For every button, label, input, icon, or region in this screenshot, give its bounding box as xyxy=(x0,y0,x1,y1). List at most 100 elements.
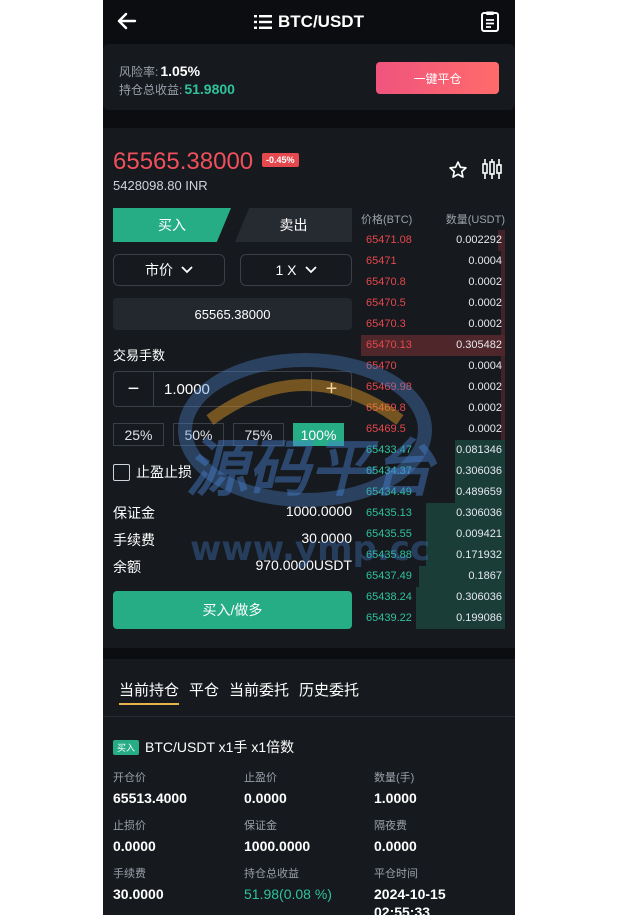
bid-row[interactable]: 65433.47 0.081346 xyxy=(361,440,505,461)
position-pnl-value: 51.98(0.08 %) xyxy=(244,886,332,902)
bid-row[interactable]: 65435.88 0.171932 xyxy=(361,545,505,566)
total-pnl: 持仓总收益: 51.9800 xyxy=(119,81,235,98)
bid-row[interactable]: 65439.22 0.199086 xyxy=(361,608,505,629)
percent-75-button[interactable]: 75% xyxy=(233,423,284,446)
bid-row[interactable]: 65435.55 0.009421 xyxy=(361,524,505,545)
bid-price: 65435.88 xyxy=(366,549,412,561)
bid-quantity: 0.306036 xyxy=(456,507,502,519)
percent-25-button[interactable]: 25% xyxy=(113,423,164,446)
ask-quantity: 0.0004 xyxy=(468,255,502,267)
position-pnl-cell: 持仓总收益 51.98(0.08 %) xyxy=(244,865,332,902)
margin-row: 保证金 1000.0000 xyxy=(113,503,352,523)
take-profit-cell: 止盈价 0.0000 xyxy=(244,769,287,806)
tab-current-positions[interactable]: 当前持仓 xyxy=(119,679,180,705)
open-price-value: 65513.4000 xyxy=(113,790,187,806)
ask-row[interactable]: 65470.3 0.0002 xyxy=(361,314,505,335)
quantity-cell-label: 数量(手) xyxy=(374,772,415,784)
close-all-button[interactable]: 一键平仓 xyxy=(376,62,499,94)
bid-quantity: 0.1867 xyxy=(468,570,502,582)
position-fee-label: 手续费 xyxy=(113,868,146,880)
position-title: 买入 BTC/USDT x1手 x1倍数 xyxy=(113,737,294,757)
risk-summary-card: 风险率: 1.05% 持仓总收益: 51.9800 一键平仓 xyxy=(103,44,515,110)
close-date-value: 2024-10-15 xyxy=(374,886,446,902)
ask-price: 65470.8 xyxy=(366,276,406,288)
decrease-button[interactable]: − xyxy=(114,372,154,406)
quantity-cell: 数量(手) 1.0000 xyxy=(374,769,417,806)
orderbook-qty-header: 数量(USDT) xyxy=(445,214,505,226)
fee-value: 30.0000 xyxy=(301,530,352,546)
balance-label: 余额 xyxy=(113,559,141,575)
pair-title[interactable]: BTC/USDT xyxy=(254,12,364,32)
tab-order-history[interactable]: 历史委托 xyxy=(299,679,359,705)
order-type-select[interactable]: 市价 xyxy=(113,254,225,286)
bid-quantity: 0.199086 xyxy=(456,612,502,624)
bid-quantity: 0.009421 xyxy=(456,528,502,540)
pair-title-text: BTC/USDT xyxy=(278,12,364,31)
price-input[interactable]: 65565.38000 xyxy=(113,298,352,330)
position-margin-cell: 保证金 1000.0000 xyxy=(244,817,310,854)
overnight-fee-value: 0.0000 xyxy=(374,838,417,854)
order-record-icon[interactable] xyxy=(479,11,501,33)
tab-closed[interactable]: 平仓 xyxy=(189,679,219,705)
ask-row[interactable]: 65469.98 0.0002 xyxy=(361,377,505,398)
ask-row[interactable]: 65470 0.0004 xyxy=(361,356,505,377)
quantity-input[interactable]: 1.0000 xyxy=(164,381,210,398)
bid-quantity: 0.081346 xyxy=(456,444,502,456)
margin-label: 保证金 xyxy=(113,505,155,521)
bid-row[interactable]: 65435.13 0.306036 xyxy=(361,503,505,524)
ask-row[interactable]: 65471.08 0.002292 xyxy=(361,230,505,251)
bid-price: 65435.55 xyxy=(366,528,412,540)
balance-row: 余额 970.0000USDT xyxy=(113,557,352,577)
bid-quantity: 0.171932 xyxy=(456,549,502,561)
sell-tab[interactable]: 卖出 xyxy=(235,208,352,242)
bid-price: 65433.47 xyxy=(366,444,412,456)
ask-price: 65471 xyxy=(366,255,397,267)
favorite-star-icon[interactable] xyxy=(448,160,468,180)
position-margin-value: 1000.0000 xyxy=(244,838,311,854)
bid-price: 65438.24 xyxy=(366,591,412,603)
take-profit-label: 止盈价 xyxy=(244,772,277,784)
back-arrow-icon[interactable] xyxy=(115,9,139,33)
quantity-cell-value: 1.0000 xyxy=(374,790,417,806)
orderbook-price-header: 价格(BTC) xyxy=(361,214,413,226)
buy-long-button[interactable]: 买入/做多 xyxy=(113,591,352,629)
ask-row[interactable]: 65469.8 0.0002 xyxy=(361,398,505,419)
position-fee-value: 30.0000 xyxy=(113,886,164,902)
ask-price: 65469.98 xyxy=(366,381,412,393)
fee-row: 手续费 30.0000 xyxy=(113,530,352,550)
leverage-select[interactable]: 1 X xyxy=(240,254,352,286)
ask-row[interactable]: 65471 0.0004 xyxy=(361,251,505,272)
candlestick-chart-icon[interactable] xyxy=(481,158,503,180)
increase-button[interactable]: + xyxy=(311,372,351,406)
percent-100-button[interactable]: 100% xyxy=(293,423,344,446)
ask-quantity: 0.002292 xyxy=(456,234,502,246)
last-price: 65565.38000 xyxy=(113,148,254,175)
bid-price: 65437.49 xyxy=(366,570,412,582)
bid-row[interactable]: 65434.49 0.489659 xyxy=(361,482,505,503)
ask-quantity: 0.0002 xyxy=(468,381,502,393)
open-price-label: 开仓价 xyxy=(113,772,146,784)
overnight-fee-label: 隔夜费 xyxy=(374,820,407,832)
order-type-value: 市价 xyxy=(145,262,173,278)
buy-tab[interactable]: 买入 xyxy=(113,208,231,242)
ask-price: 65470.5 xyxy=(366,297,406,309)
app-screen: BTC/USDT 风险率: 1.05% 持仓总收益: 51.9800 一键平仓 65… xyxy=(103,0,515,915)
bid-row[interactable]: 65437.49 0.1867 xyxy=(361,566,505,587)
ask-row[interactable]: 65470.13 0.305482 xyxy=(361,335,505,356)
bid-row[interactable]: 65434.37 0.306036 xyxy=(361,461,505,482)
tpsl-checkbox[interactable] xyxy=(113,463,130,481)
tpsl-label: 止盈止损 xyxy=(136,464,192,480)
ask-row[interactable]: 65470.5 0.0002 xyxy=(361,293,505,314)
tab-open-orders[interactable]: 当前委托 xyxy=(229,679,289,705)
percent-50-button[interactable]: 50% xyxy=(173,423,224,446)
bid-row[interactable]: 65438.24 0.306036 xyxy=(361,587,505,608)
top-bar: BTC/USDT xyxy=(103,0,515,44)
risk-rate-value: 1.05% xyxy=(160,63,201,79)
bid-price: 65439.22 xyxy=(366,612,412,624)
positions-tabs: 当前持仓 平仓 当前委托 历史委托 xyxy=(119,679,359,705)
bid-price: 65435.13 xyxy=(366,507,412,519)
ask-row[interactable]: 65470.8 0.0002 xyxy=(361,272,505,293)
ask-row[interactable]: 65469.5 0.0002 xyxy=(361,419,505,440)
bid-quantity: 0.306036 xyxy=(456,591,502,603)
tpsl-toggle[interactable]: 止盈止损 xyxy=(113,462,192,482)
